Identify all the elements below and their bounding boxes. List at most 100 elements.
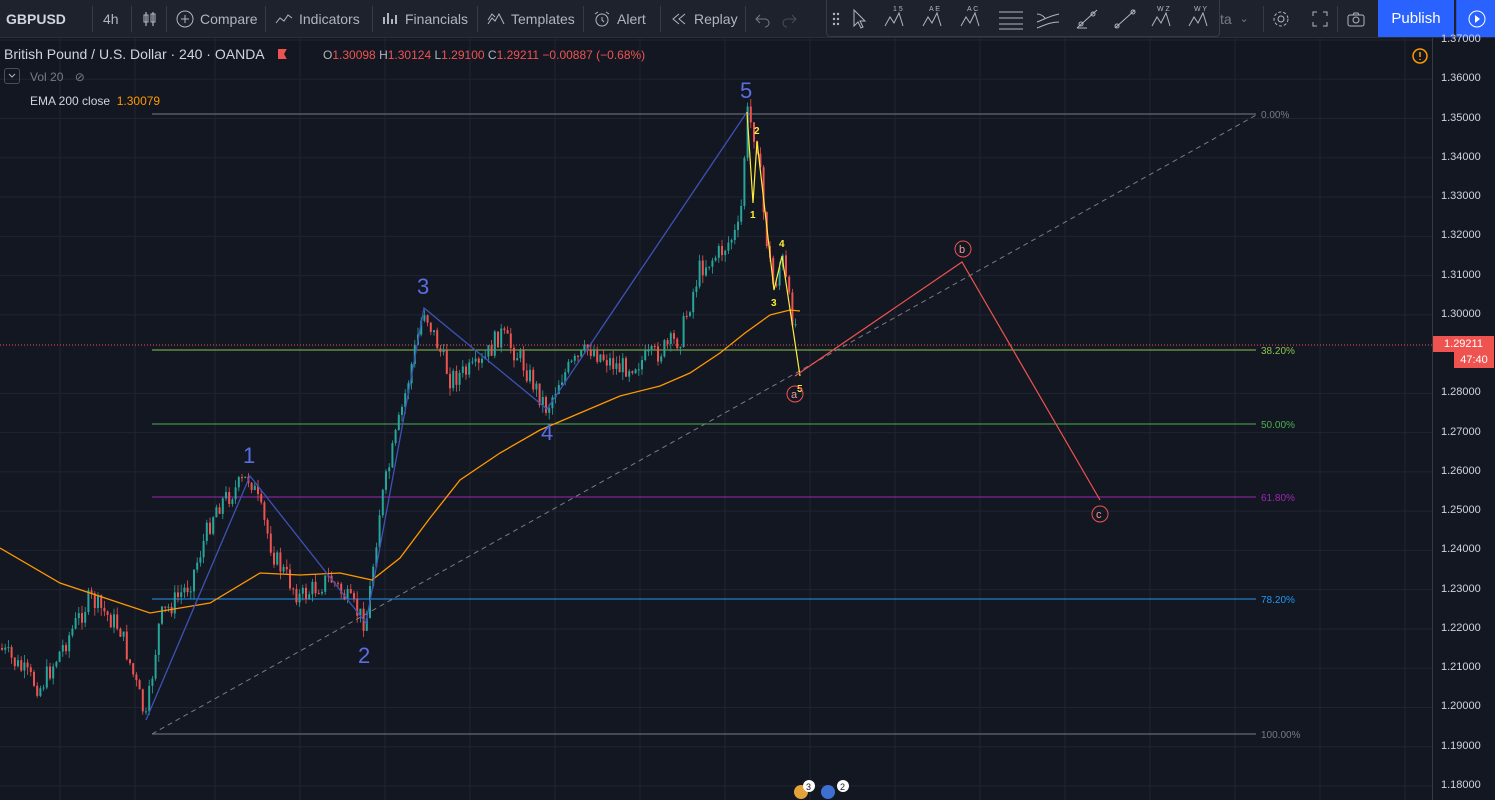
ema-indicator-legend[interactable]: EMA 200 close 1.30079	[30, 94, 160, 108]
cursor-icon[interactable]	[853, 8, 867, 29]
candle-body	[785, 255, 787, 277]
candle-body	[164, 606, 167, 608]
price-tick-label: 1.32000	[1441, 229, 1481, 242]
candle-body	[733, 229, 736, 240]
publish-button[interactable]: Publish	[1378, 0, 1454, 37]
candle-body	[381, 489, 384, 516]
price-tick-label: 1.19000	[1441, 739, 1481, 752]
candle-body	[439, 348, 442, 353]
candle-body	[84, 612, 87, 623]
compare-button[interactable]: Compare	[176, 0, 258, 37]
candle-body	[7, 647, 10, 649]
settings-button[interactable]	[1272, 0, 1296, 37]
top-toolbar: GBPUSD 4h Compare Indicators Financials …	[0, 0, 1495, 38]
corrective-wave-abc[interactable]	[794, 261, 1101, 501]
drawing-tools-strip: 1 5 A E A C W Z W Y	[832, 6, 1208, 30]
redo-icon	[782, 14, 797, 27]
elliott-double-combo-icon[interactable]: W Z	[1151, 6, 1171, 27]
low-value: 1.29100	[441, 48, 485, 62]
undo-icon	[755, 14, 770, 27]
candle-body	[77, 613, 80, 619]
svg-text:A E: A E	[929, 6, 940, 13]
candle-body	[388, 467, 391, 472]
drag-handle-icon[interactable]	[832, 12, 840, 26]
candle-body	[621, 358, 624, 373]
financials-button[interactable]: Financials	[381, 0, 468, 37]
close-value: 1.29211	[496, 48, 540, 62]
trend-line-icon[interactable]	[1114, 9, 1136, 29]
redo-button[interactable]	[780, 0, 804, 37]
candle-body	[13, 657, 16, 667]
ohlc-values: O1.30098 H1.30124 L1.29100 C1.29211 −0.0…	[323, 48, 645, 62]
events-badge-1[interactable]: 3	[794, 780, 815, 799]
symbol-legend: British Pound / U.S. Dollar · 240 · OAND…	[4, 46, 287, 62]
fib-retracement[interactable]: 0.00% 38.20% 50.00% 61.80% 78.20% 100.00%	[152, 110, 1301, 741]
trend-angle-icon[interactable]	[1076, 9, 1098, 29]
candle-body	[679, 346, 682, 349]
events-badge-2[interactable]: 2	[821, 780, 849, 799]
candle-body	[68, 635, 71, 652]
compare-label: Compare	[200, 10, 258, 27]
minor-impulse-wave[interactable]	[746, 111, 801, 377]
candle-body	[65, 645, 67, 652]
countdown-value: 47:40	[1460, 354, 1488, 366]
chart-canvas[interactable]: 0.00% 38.20% 50.00% 61.80% 78.20% 100.00% 1 2…	[0, 38, 1432, 800]
candle-body	[682, 315, 685, 347]
chart-type-button[interactable]	[141, 0, 165, 37]
candle-body	[116, 614, 119, 629]
warning-icon[interactable]	[1412, 48, 1428, 64]
data-window-partial[interactable]: ta ⌄	[1220, 0, 1249, 37]
alert-button[interactable]: Alert	[593, 0, 646, 37]
divider	[745, 6, 746, 32]
price-axis[interactable]: 1.37000 1.36000 1.35000 1.34000 1.33000 1.320…	[1432, 33, 1495, 800]
legend-collapse-button[interactable]	[4, 68, 20, 84]
candle-body	[148, 685, 151, 712]
candle-body	[666, 340, 669, 345]
elliott-triangle-icon[interactable]: A E	[922, 6, 942, 27]
candle-body	[193, 569, 195, 592]
volume-indicator[interactable]: Vol 20 ⊘	[30, 70, 85, 84]
replay-button[interactable]: Replay	[670, 0, 738, 37]
undo-button[interactable]	[754, 0, 778, 37]
fib-retracement-icon[interactable]	[999, 11, 1023, 30]
high-label: H	[379, 48, 388, 62]
interval-button[interactable]: 4h	[103, 0, 119, 37]
price-tick-label: 1.33000	[1441, 190, 1481, 203]
elliott-impulse-icon[interactable]: 1 5	[884, 6, 904, 27]
elliott-correction-icon[interactable]: A C	[960, 6, 980, 27]
indicators-button[interactable]: Indicators	[275, 0, 360, 37]
candle-body	[212, 517, 215, 534]
candle-body	[429, 322, 432, 332]
candle-body	[426, 315, 429, 323]
divider	[660, 6, 661, 32]
candle-body	[55, 661, 58, 667]
candle-body	[135, 674, 138, 681]
candle-body	[717, 245, 720, 258]
high-value: 1.30124	[387, 48, 432, 62]
eye-hidden-icon[interactable]: ⊘	[75, 70, 85, 84]
candle-body	[445, 350, 448, 374]
candle-body	[737, 221, 739, 230]
candle-body	[167, 606, 170, 608]
snapshot-button[interactable]	[1347, 0, 1371, 37]
elliott-triple-combo-icon[interactable]: W Y	[1188, 6, 1208, 27]
publish-menu-button[interactable]	[1456, 0, 1495, 37]
candle-body	[289, 569, 291, 589]
candle-body	[71, 628, 74, 636]
candle-body	[727, 242, 730, 251]
candle-body	[605, 360, 608, 366]
fullscreen-button[interactable]	[1311, 0, 1335, 37]
candle-body	[218, 507, 221, 514]
symbol-search[interactable]: GBPUSD	[6, 0, 66, 37]
price-tick-label: 1.20000	[1441, 700, 1481, 713]
candle-body	[692, 292, 695, 313]
templates-button[interactable]: Templates	[487, 0, 575, 37]
candle-body	[109, 614, 112, 628]
wave-label-5: 5	[740, 78, 752, 103]
candle-body	[209, 522, 211, 534]
pitchfork-icon[interactable]	[1036, 13, 1060, 29]
financials-label: Financials	[405, 10, 469, 27]
candle-body	[481, 358, 483, 363]
candle-body	[61, 645, 64, 652]
candle-body	[180, 592, 183, 597]
